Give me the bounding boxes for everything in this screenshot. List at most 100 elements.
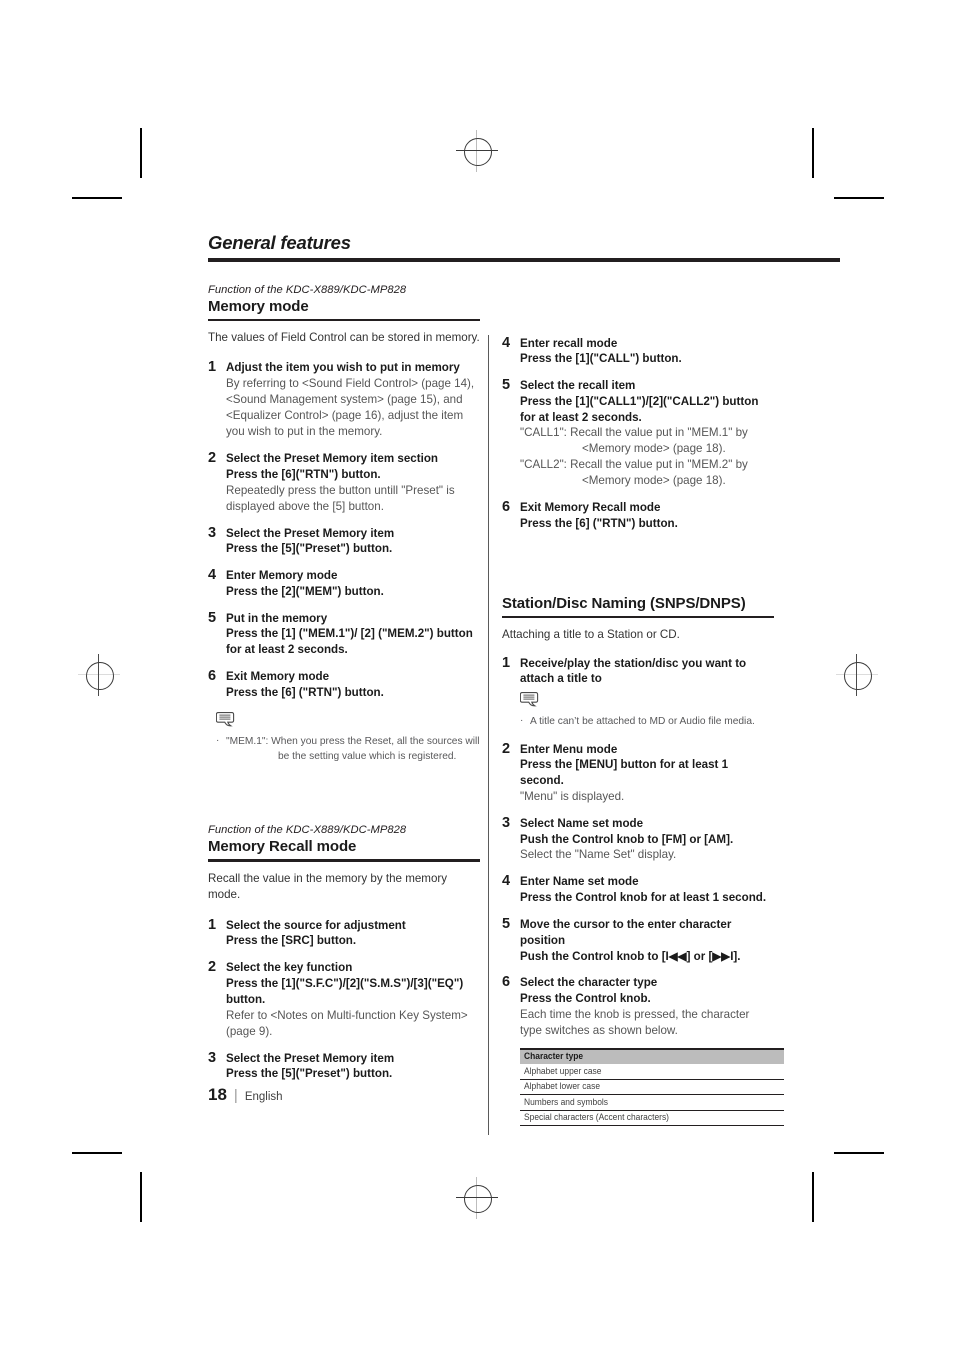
step-action: Press the [1]("CALL1")/[2]("CALL2") butt…: [520, 394, 759, 424]
step-number: 1: [208, 359, 217, 376]
step-action: Press the [6]("RTN") button.: [226, 467, 381, 481]
step-action: Press the Control knob.: [520, 992, 651, 1006]
step-action: Press the [5]("Preset") button.: [226, 1067, 393, 1081]
step-title: Enter Memory mode: [226, 569, 338, 583]
crop-mark-bottom-left-vertical: [140, 1172, 142, 1222]
note-list-item: · "MEM.1": When you press the Reset, all…: [216, 735, 480, 749]
step-detail: Select the "Name Set" display.: [520, 848, 677, 862]
section-station-disc-naming: Station/Disc Naming (SNPS/DNPS) Attachin…: [502, 595, 784, 1127]
step-action: Press the [6] ("RTN") button.: [226, 685, 384, 699]
table-cell: Numbers and symbols: [520, 1094, 784, 1111]
step-number: 5: [208, 609, 217, 626]
step-number: 1: [502, 654, 511, 671]
section-memory-mode: Function of the KDC-X889/KDC-MP828 Memor…: [208, 284, 480, 765]
page-title: General features: [208, 232, 351, 253]
step-number: 3: [208, 524, 217, 541]
note-list: · A title can’t be attached to MD or Aud…: [520, 715, 774, 729]
section-intro-text: The values of Field Control can be store…: [208, 330, 480, 344]
step-item: 5 Move the cursor to the enter character…: [502, 915, 774, 964]
note-bullet: ·: [216, 735, 220, 747]
crop-mark-top-right-horizontal: [834, 197, 884, 199]
step-action: Press the [2]("MEM") button.: [226, 584, 384, 598]
note-bullet: ·: [520, 715, 524, 727]
step-number: 4: [502, 334, 511, 351]
step-action: Push the Control knob to [I◀◀] or [▶▶I].: [520, 949, 741, 963]
note-block: · "MEM.1": When you press the Reset, all…: [215, 711, 480, 764]
table-header-cell: Character type: [520, 1047, 784, 1065]
table-cell: Special characters (Accent characters): [520, 1110, 784, 1127]
step-title: Select Name set mode: [520, 816, 644, 830]
step-item: 2 Select the key function Press the [1](…: [208, 959, 480, 1039]
column-divider: [488, 334, 489, 1135]
step-item: 6 Select the character type Press the Co…: [502, 974, 784, 1127]
step-detail: By referring to <Sound Field Control> (p…: [226, 377, 475, 439]
footer-separator: |: [233, 1087, 238, 1104]
step-title: Put in the memory: [226, 611, 328, 625]
section-function-note: Function of the KDC-X889/KDC-MP828: [208, 824, 407, 837]
step-item: 3 Select the Preset Memory item Press th…: [208, 1049, 480, 1083]
character-type-table: Character type Alphabet upper case Alpha…: [520, 1047, 784, 1127]
step-title: Receive/play the station/disc you want t…: [520, 656, 747, 686]
step-title: Select the Preset Memory item section: [226, 452, 438, 466]
step-number: 6: [208, 667, 217, 684]
step-action: Press the Control knob for at least 1 se…: [520, 891, 767, 905]
step-item: 2 Select the Preset Memory item section …: [208, 450, 480, 515]
left-column: Function of the KDC-X889/KDC-MP828 Memor…: [208, 284, 480, 1094]
note-list-item-continued: be the setting value which is registered…: [216, 750, 480, 764]
table-cell-label: Alphabet lower case: [524, 1081, 601, 1093]
step-item: 1 Select the source for adjustment Press…: [208, 917, 480, 950]
note-bubble-icon: [215, 711, 480, 734]
step-detail-call1: "CALL1": Recall the value put in "MEM.1"…: [520, 426, 748, 440]
step-action: Press the [1]("CALL") button.: [520, 352, 682, 366]
step-title: Select the recall item: [520, 379, 636, 393]
step-number: 6: [502, 499, 511, 516]
crop-mark-top-left-vertical: [140, 128, 142, 178]
printed-page: General features Function of the KDC-X88…: [0, 0, 954, 1351]
step-item: 5 Select the recall item Press the [1]("…: [502, 377, 774, 489]
step-item: 2 Enter Menu mode Press the [MENU] butto…: [502, 740, 774, 805]
right-column: 4 Enter recall mode Press the [1]("CALL"…: [502, 284, 784, 1138]
step-action: Press the [6] ("RTN") button.: [520, 517, 678, 531]
step-title: Exit Memory Recall mode: [520, 501, 661, 515]
step-item: 4 Enter Name set mode Press the Control …: [502, 873, 774, 906]
section-intro-text: Attaching a title to a Station or CD.: [502, 628, 680, 642]
step-item: 6 Exit Memory mode Press the [6] ("RTN")…: [208, 667, 480, 701]
table-cell: Alphabet lower case: [520, 1079, 784, 1096]
step-action: Press the [1] ("MEM.1")/ [2] ("MEM.2") b…: [226, 627, 473, 657]
step-number: 5: [502, 915, 511, 932]
section-underline-rule: [208, 859, 480, 862]
step-item: 1 Adjust the item you wish to put in mem…: [208, 359, 480, 440]
table-cell-label: Alphabet upper case: [524, 1065, 602, 1077]
step-title: Select the source for adjustment: [226, 918, 406, 932]
step-number: 2: [208, 959, 217, 976]
section-underline-rule: [208, 318, 480, 321]
step-action: Press the [MENU] button for at least 1 s…: [520, 758, 729, 788]
section-underline-rule: [502, 615, 774, 619]
step-number: 3: [502, 814, 511, 831]
section-heading-memory-recall-mode: Memory Recall mode: [208, 838, 357, 856]
step-detail: Refer to <Notes on Multi-function Key Sy…: [226, 1008, 468, 1038]
step-item: 6 Exit Memory Recall mode Press the [6] …: [502, 499, 774, 532]
note-block: · A title can’t be attached to MD or Aud…: [519, 691, 774, 729]
table-header-label: Character type: [524, 1051, 584, 1063]
step-action: Press the [1]("S.F.C")/[2]("S.M.S")/[3](…: [226, 977, 464, 1006]
step-detail: Repeatedly press the button untill "Pres…: [226, 483, 455, 513]
step-number: 6: [502, 974, 511, 991]
note-bubble-icon: [519, 691, 774, 714]
title-underline-rule: [208, 258, 840, 262]
step-number: 4: [208, 567, 217, 584]
section-intro-text: Recall the value in the memory by the me…: [208, 871, 448, 902]
page-footer: 18 | English: [208, 1085, 283, 1105]
step-number: 2: [502, 740, 511, 757]
step-detail-call1-continued: <Memory mode> (page 18).: [582, 442, 726, 456]
page-number: 18: [208, 1085, 227, 1104]
table-row: Numbers and symbols: [520, 1094, 784, 1111]
step-number: 4: [502, 873, 511, 890]
step-detail: "Menu" is displayed.: [520, 789, 625, 803]
section-function-note: Function of the KDC-X889/KDC-MP828: [208, 283, 407, 296]
table-row: Alphabet lower case: [520, 1079, 784, 1096]
step-number: 3: [208, 1049, 217, 1066]
crop-mark-bottom-right-vertical: [812, 1172, 814, 1222]
step-title: Exit Memory mode: [226, 669, 330, 683]
step-title: Enter Menu mode: [520, 742, 618, 756]
